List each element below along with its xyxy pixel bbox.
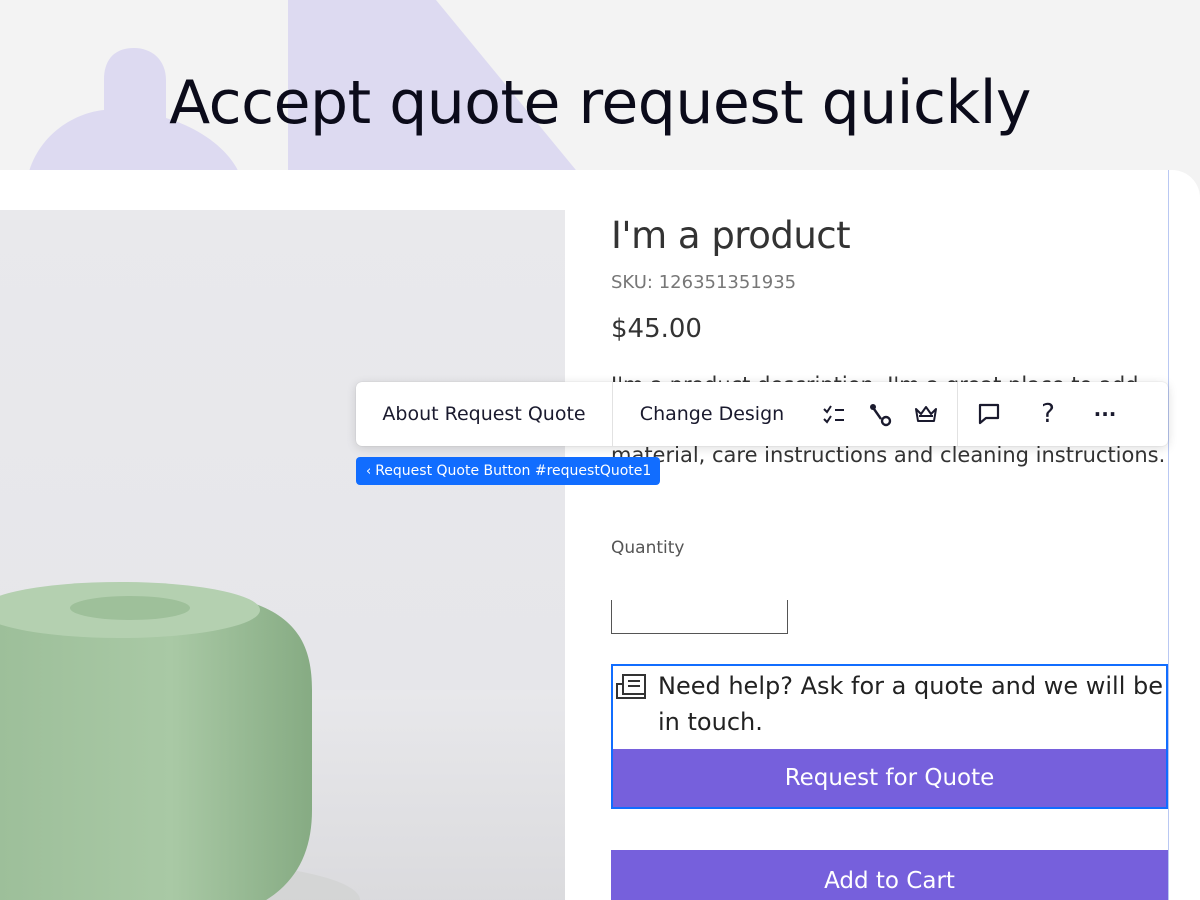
guide-line — [1168, 170, 1169, 900]
selection-tag[interactable]: ‹ Request Quote Button #requestQuote1 — [356, 457, 660, 485]
help-icon[interactable]: ? — [1020, 382, 1076, 446]
request-for-quote-button[interactable]: Request for Quote — [613, 749, 1166, 807]
about-request-quote-button[interactable]: About Request Quote — [356, 382, 612, 446]
product-photo — [0, 582, 565, 900]
editor-toolbar: About Request Quote Change Design ? ··· — [356, 382, 1168, 446]
quantity-input[interactable] — [611, 600, 788, 634]
add-to-cart-button[interactable]: Add to Cart — [611, 850, 1168, 900]
product-image[interactable] — [0, 210, 565, 900]
more-icon[interactable]: ··· — [1076, 382, 1134, 446]
product-title: I'm a product — [611, 214, 851, 257]
request-quote-widget[interactable]: Need help? Ask for a quote and we will b… — [611, 664, 1168, 809]
page-headline: Accept quote request quickly — [169, 68, 1031, 138]
premium-crown-icon[interactable] — [903, 382, 949, 446]
settings-checklist-icon[interactable] — [811, 382, 857, 446]
quantity-label: Quantity — [611, 538, 685, 558]
change-design-button[interactable]: Change Design — [613, 382, 811, 446]
connect-icon[interactable] — [857, 382, 903, 446]
selection-tag-label: Request Quote Button #requestQuote1 — [375, 463, 652, 479]
quote-request-icon — [616, 674, 646, 699]
request-quote-help-text: Need help? Ask for a quote and we will b… — [658, 672, 1164, 736]
comment-icon[interactable] — [958, 382, 1020, 446]
product-sku: SKU: 126351351935 — [611, 272, 797, 293]
product-price: $45.00 — [611, 314, 702, 344]
editor-canvas: I'm a product SKU: 126351351935 $45.00 I… — [0, 170, 1200, 900]
chevron-left-icon: ‹ — [366, 463, 372, 479]
